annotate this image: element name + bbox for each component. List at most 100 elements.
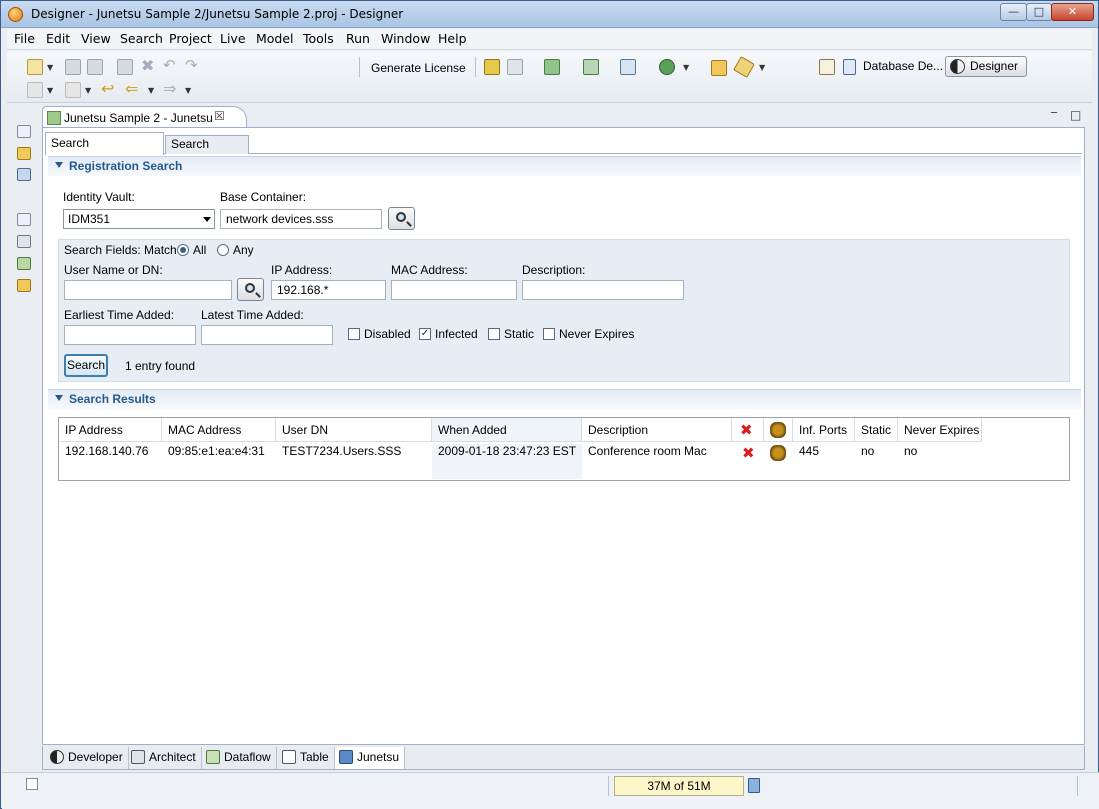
menu-tools[interactable]: Tools (303, 31, 334, 46)
maximize-button[interactable]: □ (1026, 3, 1052, 21)
prev-annotation-icon[interactable] (65, 82, 81, 98)
menu-help[interactable]: Help (438, 31, 467, 46)
identity-vault-select[interactable]: IDM351 (63, 209, 215, 229)
fast-view-icon[interactable] (26, 778, 38, 790)
description-field[interactable] (522, 280, 684, 300)
menu-window[interactable]: Window (381, 31, 430, 46)
menu-run[interactable]: Run (346, 31, 370, 46)
run-simulation-icon[interactable] (583, 59, 599, 75)
next-annotation-dropdown-icon[interactable]: ▼ (47, 86, 53, 95)
print-icon[interactable] (87, 59, 103, 75)
tab-search-history[interactable]: Search History (165, 135, 249, 168)
next-annotation-icon[interactable] (27, 82, 43, 98)
properties-view-icon[interactable] (17, 235, 31, 248)
column-header-description[interactable]: Description (582, 418, 732, 442)
column-header-ip[interactable]: IP Address (59, 418, 162, 442)
ip-address-field[interactable]: 192.168.* (271, 280, 386, 300)
infected-x-icon[interactable]: ✖ (742, 444, 755, 462)
menu-project[interactable]: Project (169, 31, 212, 46)
database-perspective-icon[interactable] (843, 59, 856, 75)
maximize-editor-icon[interactable]: □ (1070, 108, 1081, 122)
palette-view-icon[interactable] (17, 257, 31, 270)
live-connect-icon[interactable] (659, 59, 675, 75)
database-perspective-button[interactable]: Database De... (863, 59, 943, 73)
tab-junetsu[interactable]: Junetsu (334, 747, 406, 769)
project-view-icon[interactable] (17, 147, 31, 160)
infected-checkbox[interactable]: ✓ (419, 328, 431, 340)
generate-license-button[interactable]: Generate License (371, 61, 466, 75)
menu-edit[interactable]: Edit (46, 31, 70, 46)
match-any-radio[interactable] (217, 244, 229, 256)
tab-dataflow[interactable]: Dataflow (202, 747, 277, 769)
tab-search-registrations[interactable]: Search Registrations (45, 132, 164, 170)
column-header-inf-ports[interactable]: Inf. Ports (793, 418, 855, 442)
forward-icon[interactable]: ⇒ (163, 79, 176, 98)
close-window-button[interactable]: ✕ (1051, 3, 1094, 21)
undo-icon[interactable]: ↶ (163, 56, 176, 74)
close-tab-icon[interactable]: ☒ (214, 109, 225, 123)
tab-architect[interactable]: Architect (127, 747, 202, 769)
redo-icon[interactable]: ↷ (185, 56, 198, 74)
last-edit-icon[interactable]: ↩ (101, 79, 114, 98)
document-generator-icon[interactable] (620, 59, 636, 75)
open-folder-icon[interactable] (711, 60, 727, 76)
document-view-icon[interactable] (17, 279, 31, 292)
menu-search[interactable]: Search (120, 31, 163, 46)
new-icon[interactable] (27, 59, 43, 75)
base-container-field[interactable]: network devices.sss (220, 209, 382, 229)
menu-view[interactable]: View (81, 31, 111, 46)
back-dropdown-icon[interactable]: ▼ (148, 86, 154, 95)
deploy-icon[interactable] (484, 59, 500, 75)
menu-file[interactable]: File (14, 31, 35, 46)
prev-annotation-dropdown-icon[interactable]: ▼ (85, 86, 91, 95)
static-checkbox[interactable] (488, 328, 500, 340)
restore-icon[interactable] (17, 125, 31, 138)
open-perspective-icon[interactable] (819, 59, 835, 75)
column-header-user-dn[interactable]: User DN (276, 418, 432, 442)
live-connect-dropdown-icon[interactable]: ▼ (683, 63, 689, 72)
menu-live[interactable]: Live (220, 31, 246, 46)
validate-icon[interactable] (544, 59, 560, 75)
match-all-radio[interactable] (177, 244, 189, 256)
new-dropdown-icon[interactable]: ▼ (47, 63, 53, 72)
tab-developer[interactable]: Developer (46, 747, 129, 769)
restore-icon-2[interactable] (17, 213, 31, 226)
copy-icon[interactable] (117, 59, 133, 75)
delete-icon[interactable]: ✖ (141, 56, 154, 75)
bug-icon[interactable] (770, 445, 786, 461)
menu-model[interactable]: Model (256, 31, 294, 46)
disabled-checkbox[interactable] (348, 328, 360, 340)
launch-icon[interactable] (733, 56, 755, 78)
mac-address-field[interactable] (391, 280, 517, 300)
latest-time-field[interactable] (201, 325, 333, 345)
column-header-bug[interactable] (764, 418, 793, 442)
registration-search-header[interactable]: Registration Search (48, 156, 1081, 176)
compare-icon[interactable] (507, 59, 523, 75)
browse-base-container-button[interactable] (388, 207, 415, 230)
never-expires-checkbox[interactable] (543, 328, 555, 340)
launch-dropdown-icon[interactable]: ▼ (759, 63, 765, 72)
column-header-mac[interactable]: MAC Address (162, 418, 276, 442)
garbage-collect-icon[interactable] (748, 778, 760, 793)
search-button[interactable]: Search (64, 354, 108, 377)
editor-tab-junetsu[interactable]: Junetsu Sample 2 - Junetsu ☒ (42, 106, 247, 128)
status-separator (608, 776, 609, 796)
search-results-header[interactable]: Search Results (48, 389, 1081, 409)
outline-view-icon[interactable] (17, 168, 31, 181)
user-name-field[interactable] (64, 280, 232, 300)
column-header-when-added[interactable]: When Added (432, 418, 582, 442)
earliest-time-field[interactable] (64, 325, 196, 345)
cell-static: no (861, 444, 875, 458)
tab-table[interactable]: Table (278, 747, 335, 769)
minimize-button[interactable]: — (1000, 3, 1027, 21)
column-header-never-expires[interactable]: Never Expires (898, 418, 982, 442)
column-header-static[interactable]: Static (855, 418, 898, 442)
browse-user-button[interactable] (237, 278, 264, 301)
column-header-infected[interactable]: ✖ (732, 418, 764, 442)
back-icon[interactable]: ⇐ (125, 79, 138, 98)
designer-app-icon (8, 7, 23, 22)
minimize-editor-icon[interactable]: ─ (1051, 108, 1057, 119)
forward-dropdown-icon[interactable]: ▼ (185, 86, 191, 95)
designer-perspective-button[interactable]: Designer (945, 56, 1027, 77)
save-icon[interactable] (65, 59, 81, 75)
